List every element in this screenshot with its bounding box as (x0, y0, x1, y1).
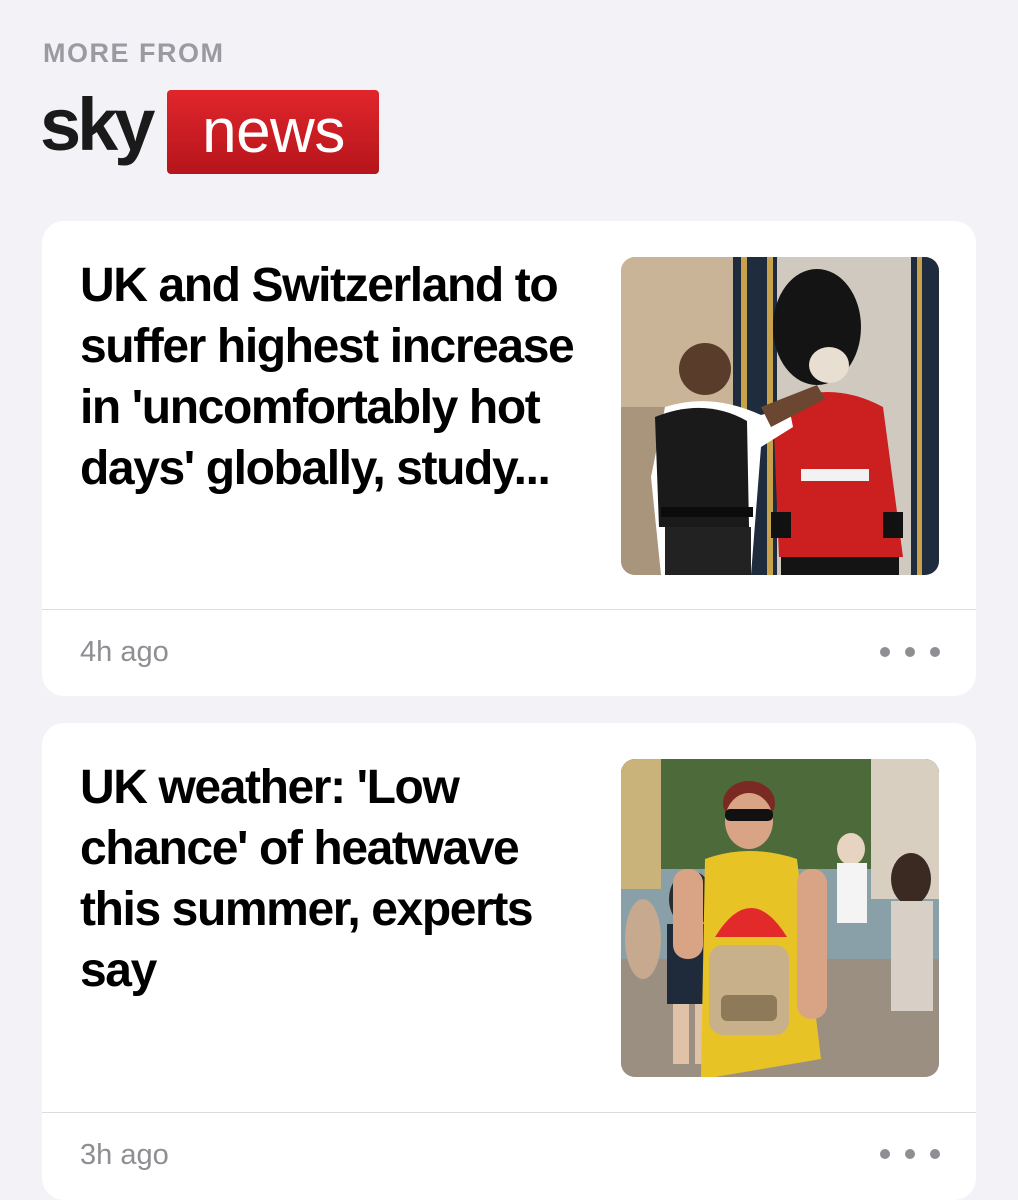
ellipsis-icon (880, 647, 890, 657)
article-timestamp: 3h ago (80, 1139, 169, 1171)
ellipsis-icon (930, 1149, 940, 1159)
ellipsis-icon (905, 647, 915, 657)
article-thumbnail[interactable] (621, 257, 939, 575)
card-divider (42, 609, 976, 610)
heatwave-photo (621, 759, 939, 1077)
guard-photo (621, 257, 939, 575)
ellipsis-icon (930, 647, 940, 657)
news-feed-page: MORE FROM sky news UK and Switzerland to… (0, 0, 1018, 1200)
sky-news-logo[interactable]: sky news (40, 83, 380, 174)
article-timestamp: 4h ago (80, 636, 169, 668)
article-headline[interactable]: UK and Switzerland to suffer highest inc… (80, 255, 600, 499)
section-label: MORE FROM (43, 38, 225, 68)
article-headline[interactable]: UK weather: 'Low chance' of heatwave thi… (80, 757, 600, 1001)
logo-sky-text: sky (40, 83, 155, 166)
more-options-button[interactable] (880, 1134, 940, 1174)
card-divider (42, 1112, 976, 1113)
article-thumbnail[interactable] (621, 759, 939, 1077)
article-card[interactable]: UK weather: 'Low chance' of heatwave thi… (42, 723, 976, 1200)
more-options-button[interactable] (880, 632, 940, 672)
ellipsis-icon (880, 1149, 890, 1159)
ellipsis-icon (905, 1149, 915, 1159)
article-card[interactable]: UK and Switzerland to suffer highest inc… (42, 221, 976, 696)
logo-news-badge: news (167, 90, 380, 174)
